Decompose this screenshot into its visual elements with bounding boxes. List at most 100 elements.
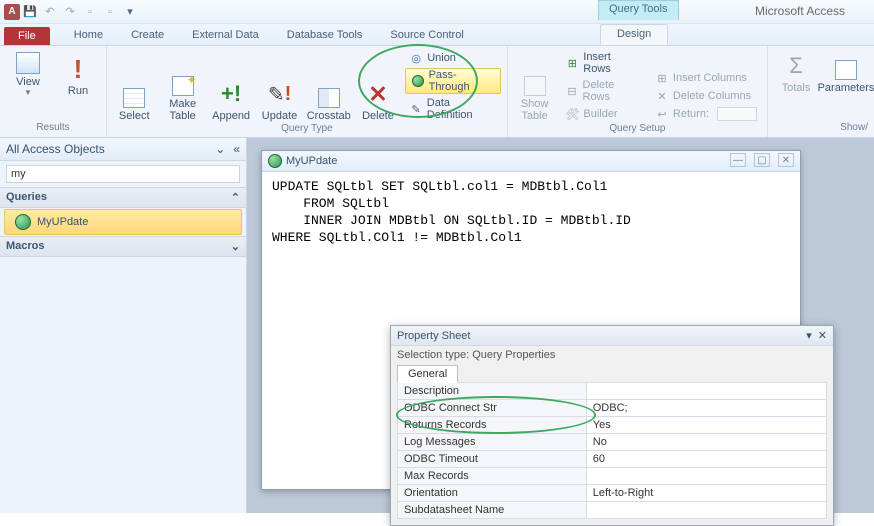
group-results: View▼ !Run Results — [0, 46, 107, 137]
property-name: Orientation — [398, 485, 587, 502]
nav-group-queries[interactable]: Queries⌃ — [0, 187, 246, 208]
property-sheet-title[interactable]: Property Sheet ▾✕ — [391, 326, 833, 346]
crosstab-icon — [318, 88, 340, 108]
property-row[interactable]: Returns RecordsYes — [398, 417, 827, 434]
crosstab-button[interactable]: Crosstab — [307, 86, 351, 122]
close-icon[interactable]: ✕ — [778, 153, 794, 167]
property-name: Subdatasheet Name — [398, 502, 587, 519]
pass-through-button[interactable]: Pass-Through — [405, 68, 501, 94]
group-show-hide: ΣTotals Parameters Show/ — [768, 46, 874, 137]
view-button[interactable]: View▼ — [6, 50, 50, 97]
delete-columns-button: ✕Delete Columns — [651, 88, 761, 104]
search-input[interactable] — [6, 165, 240, 183]
qat-customize-icon[interactable]: ▾ — [120, 2, 140, 22]
group-query-type: Select ✦Make Table +!Append ✎!Update Cro… — [107, 46, 508, 137]
property-row[interactable]: Description — [398, 383, 827, 400]
collapse-pane-icon[interactable]: « — [233, 142, 240, 156]
delete-button[interactable]: Delete — [357, 78, 399, 122]
property-value[interactable] — [586, 468, 826, 485]
delete-icon — [364, 80, 392, 108]
return-icon: ↩ — [655, 107, 669, 121]
update-button[interactable]: ✎!Update — [258, 78, 300, 122]
globe-icon — [268, 154, 282, 168]
quick-access-toolbar: A 💾 ↶ ↷ ▫ ▫ ▾ Query Tools Microsoft Acce… — [0, 0, 874, 24]
run-button[interactable]: !Run — [56, 53, 100, 97]
navigation-pane: All Access Objects ⌄« Queries⌃ MyUPdate … — [0, 138, 247, 513]
data-definition-button[interactable]: ✎Data Definition — [405, 96, 501, 122]
property-name: Returns Records — [398, 417, 587, 434]
group-query-setup: Show Table ⊞Insert Rows ⊟Delete Rows 🛠Bu… — [508, 46, 768, 137]
select-button[interactable]: Select — [113, 86, 155, 122]
property-value[interactable]: Left-to-Right — [586, 485, 826, 502]
minimize-icon[interactable]: — — [730, 153, 746, 167]
make-table-button[interactable]: ✦Make Table — [161, 74, 203, 122]
contextual-tab-query-tools: Query Tools — [598, 0, 679, 20]
tab-design[interactable]: Design — [600, 24, 668, 45]
ribbon: View▼ !Run Results Select ✦Make Table +!… — [0, 46, 874, 138]
sql-window-titlebar[interactable]: MyUPdate — ▢ ✕ — [262, 151, 800, 172]
undo-icon[interactable]: ↶ — [40, 2, 60, 22]
property-row[interactable]: ODBC Connect StrODBC; — [398, 400, 827, 417]
qat-btn1-icon[interactable]: ▫ — [80, 2, 100, 22]
tab-database-tools[interactable]: Database Tools — [273, 26, 377, 45]
collapse-icon: ⌃ — [231, 191, 240, 204]
insert-rows-button[interactable]: ⊞Insert Rows — [561, 50, 645, 76]
tab-home[interactable]: Home — [60, 26, 117, 45]
append-button[interactable]: +!Append — [210, 78, 252, 122]
app-icon[interactable]: A — [4, 4, 20, 20]
property-value[interactable]: Yes — [586, 417, 826, 434]
property-value[interactable] — [586, 383, 826, 400]
property-value[interactable]: No — [586, 434, 826, 451]
parameters-button[interactable]: Parameters — [824, 58, 868, 94]
tab-external-data[interactable]: External Data — [178, 26, 273, 45]
nav-item-label: MyUPdate — [37, 216, 88, 228]
property-row[interactable]: Subdatasheet Name — [398, 502, 827, 519]
nav-title: All Access Objects — [6, 142, 105, 156]
insert-columns-icon: ⊞ — [655, 71, 669, 85]
redo-icon[interactable]: ↷ — [60, 2, 80, 22]
totals-button: ΣTotals — [774, 50, 818, 94]
sql-editor[interactable]: UPDATE SQLtbl SET SQLtbl.col1 = MDBtbl.C… — [262, 172, 800, 252]
property-name: ODBC Timeout — [398, 451, 587, 468]
property-value[interactable]: ODBC; — [586, 400, 826, 417]
save-icon[interactable]: 💾 — [20, 2, 40, 22]
property-grid[interactable]: DescriptionODBC Connect StrODBC;Returns … — [397, 382, 827, 519]
make-table-icon: ✦ — [172, 76, 194, 96]
tab-source-control[interactable]: Source Control — [376, 26, 477, 45]
chevron-down-icon[interactable]: ⌄ — [215, 142, 225, 156]
selection-type: Selection type: Query Properties — [391, 346, 833, 364]
nav-header[interactable]: All Access Objects ⌄ « — [0, 138, 246, 161]
group-label-query-type: Query Type — [113, 122, 501, 136]
property-row[interactable]: Log MessagesNo — [398, 434, 827, 451]
property-name: Log Messages — [398, 434, 587, 451]
group-label-query-setup: Query Setup — [514, 122, 761, 136]
qat-btn2-icon[interactable]: ▫ — [100, 2, 120, 22]
builder-button: 🛠Builder — [561, 106, 645, 122]
property-name: ODBC Connect Str — [398, 400, 587, 417]
ribbon-tabs: File Home Create External Data Database … — [0, 24, 874, 46]
nav-group-macros[interactable]: Macros⌄ — [0, 236, 246, 257]
sql-window-title: MyUPdate — [286, 155, 337, 167]
return-button: ↩Return: — [651, 106, 761, 122]
property-value[interactable]: 60 — [586, 451, 826, 468]
tab-create[interactable]: Create — [117, 26, 178, 45]
property-value[interactable] — [586, 502, 826, 519]
delete-rows-icon: ⊟ — [565, 84, 578, 98]
tab-file[interactable]: File — [4, 27, 50, 45]
union-button[interactable]: ◎Union — [405, 50, 501, 66]
close-icon[interactable]: ✕ — [818, 330, 827, 342]
pin-icon[interactable]: ▾ — [806, 330, 812, 342]
maximize-icon[interactable]: ▢ — [754, 153, 770, 167]
property-name: Description — [398, 383, 587, 400]
property-row[interactable]: OrientationLeft-to-Right — [398, 485, 827, 502]
nav-search — [6, 165, 240, 183]
nav-item-myupdate[interactable]: MyUPdate — [4, 209, 242, 235]
parameters-icon — [835, 60, 857, 80]
property-row[interactable]: Max Records — [398, 468, 827, 485]
tab-general[interactable]: General — [397, 365, 458, 383]
delete-rows-button: ⊟Delete Rows — [561, 78, 645, 104]
group-label-show-hide: Show/ — [774, 121, 868, 135]
table-icon — [123, 88, 145, 108]
union-icon: ◎ — [409, 51, 423, 65]
property-row[interactable]: ODBC Timeout60 — [398, 451, 827, 468]
